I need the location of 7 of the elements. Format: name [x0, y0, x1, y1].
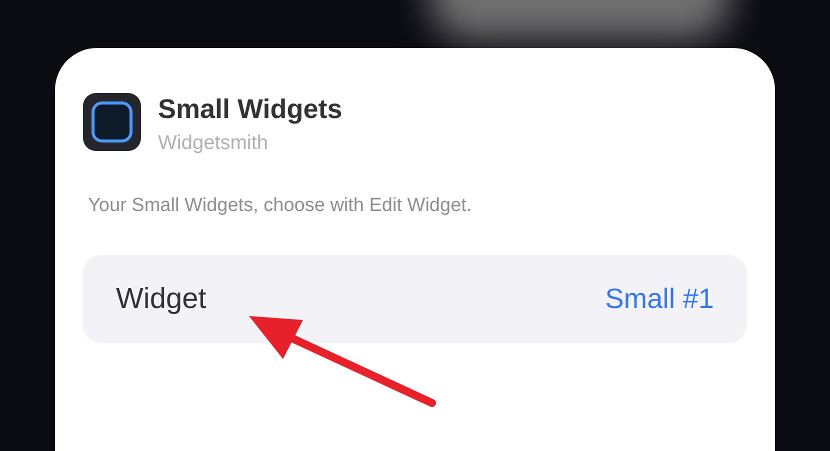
setting-label: Widget: [116, 282, 206, 316]
widget-setting-row[interactable]: Widget Small #1: [83, 255, 747, 343]
app-name: Widgetsmith: [158, 132, 270, 155]
app-icon: [83, 93, 141, 151]
widget-title: Small Widgets: [158, 93, 342, 125]
setting-value[interactable]: Small #1: [605, 283, 714, 315]
description-text: Your Small Widgets, choose with Edit Widget.: [88, 195, 473, 217]
